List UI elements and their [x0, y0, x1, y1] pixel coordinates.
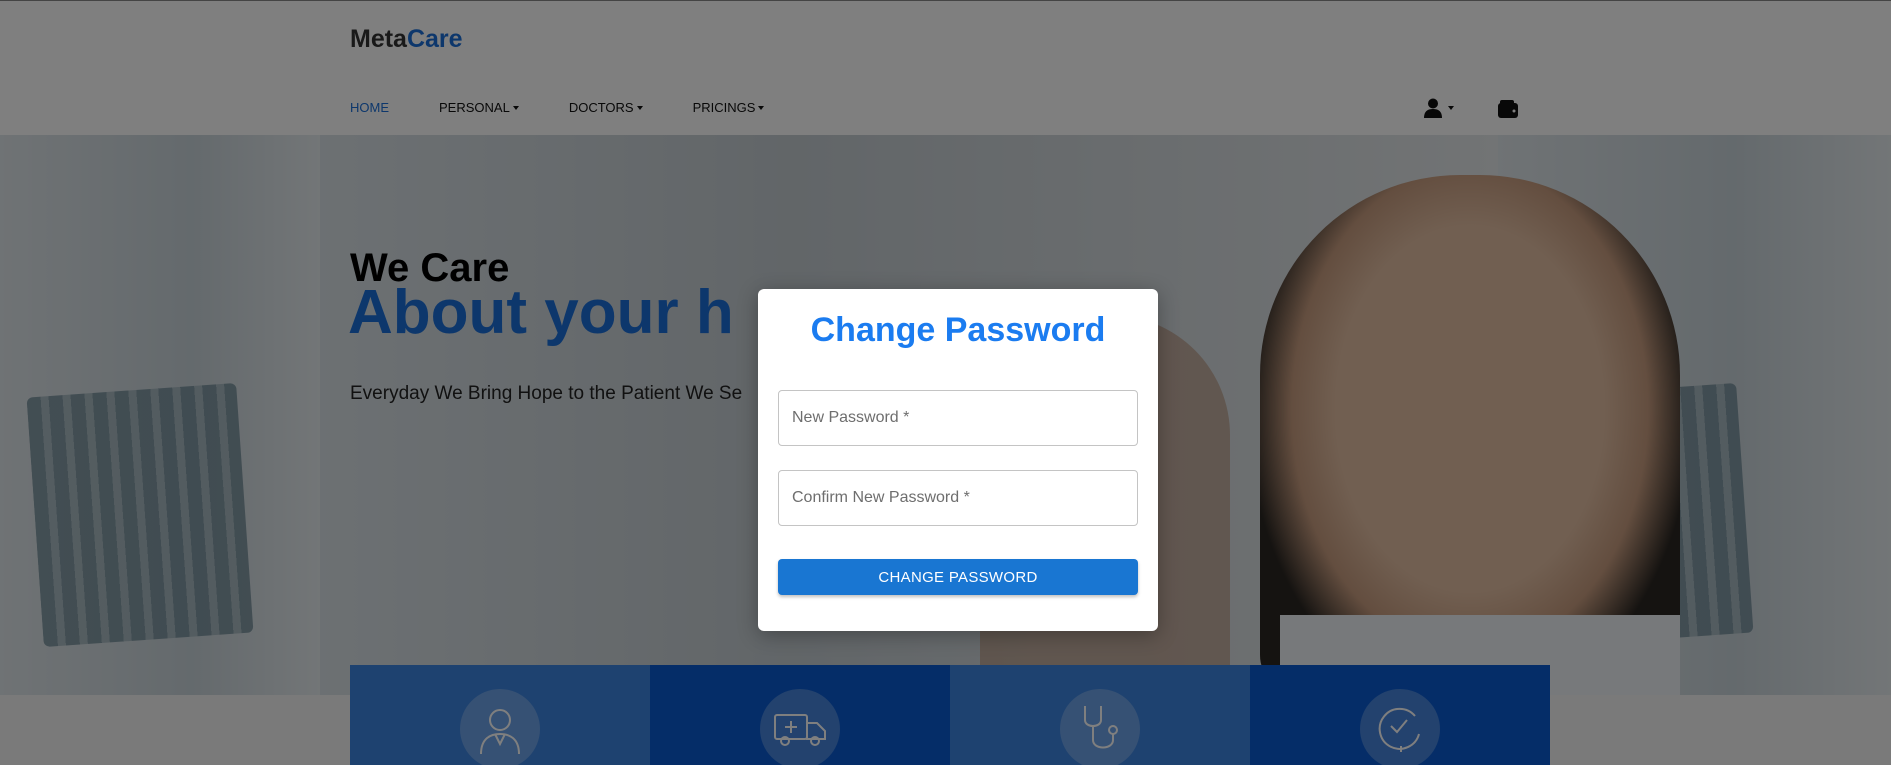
confirm-password-input[interactable]	[779, 471, 1137, 525]
confirm-password-field	[778, 470, 1138, 526]
change-password-button[interactable]: CHANGE PASSWORD	[778, 559, 1138, 595]
change-password-modal: Change Password CHANGE PASSWORD	[758, 289, 1158, 631]
modal-title: Change Password	[810, 311, 1106, 349]
new-password-input[interactable]	[779, 391, 1137, 445]
new-password-field	[778, 390, 1138, 446]
